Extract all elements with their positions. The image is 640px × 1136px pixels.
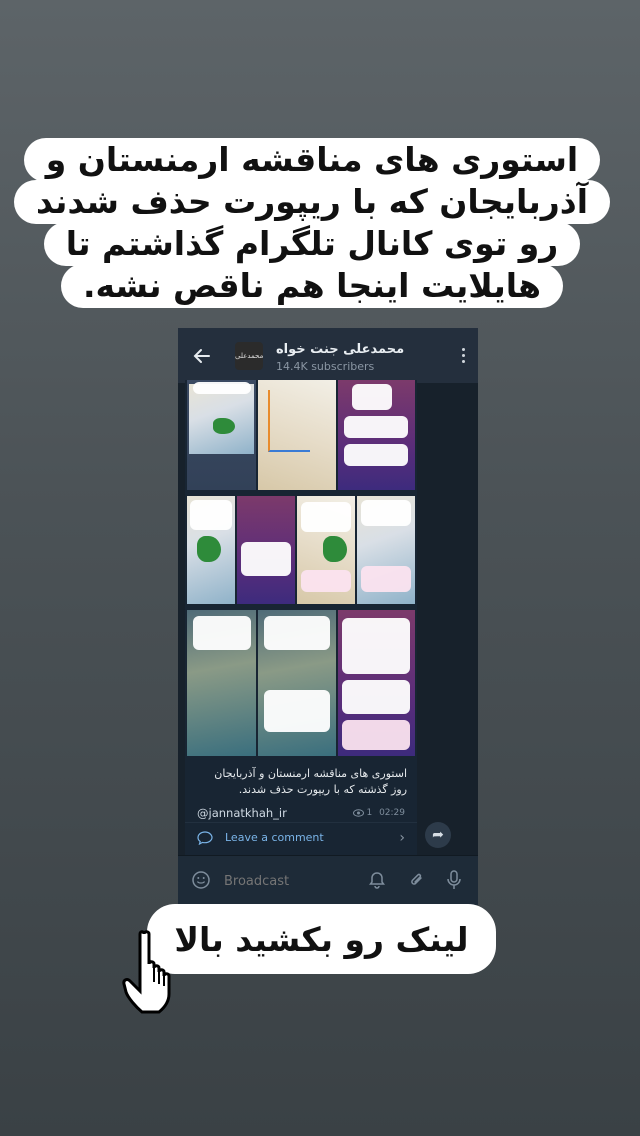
comment-icon xyxy=(197,831,213,845)
caption-line-1: استوری های مناقشه ارمنستان و xyxy=(23,138,601,182)
caption-line-2: آذربایجان که با ریپورت حذف شدند xyxy=(13,180,611,224)
post-signature[interactable]: @jannatkhah_ir xyxy=(197,806,287,820)
mic-icon[interactable] xyxy=(446,870,462,890)
story-image[interactable] xyxy=(187,610,256,756)
comment-label: Leave a comment xyxy=(225,831,324,844)
emoji-icon[interactable] xyxy=(192,871,210,889)
swipe-up-label: لینک رو بکشید بالا xyxy=(174,919,469,959)
back-arrow-icon[interactable] xyxy=(192,346,212,366)
story-image[interactable] xyxy=(258,610,336,756)
story-image[interactable] xyxy=(338,380,415,490)
caption-line-3: رو توی کانال تلگرام گذاشتم تا xyxy=(43,222,581,266)
view-count: 1 xyxy=(366,808,373,818)
share-icon[interactable]: ➦ xyxy=(425,822,451,848)
chevron-right-icon: › xyxy=(399,830,405,846)
swipe-up-link[interactable]: لینک رو بکشید بالا xyxy=(147,904,496,974)
story-image[interactable] xyxy=(187,380,256,490)
leave-comment-button[interactable]: Leave a comment › xyxy=(185,822,417,855)
story-image[interactable] xyxy=(258,380,336,490)
post-caption: استوری های مناقشه ارمنستان و آذربایجان ر… xyxy=(214,767,407,796)
paperclip-icon[interactable] xyxy=(408,871,426,889)
eye-icon xyxy=(352,808,364,817)
telegram-screenshot: محمدعلی محمدعلی جنت خواه 14.4K subscribe… xyxy=(178,328,478,905)
broadcast-input[interactable] xyxy=(222,870,336,892)
story-caption: استوری های مناقشه ارمنستان و آذربایجان ک… xyxy=(13,118,611,328)
story-image[interactable] xyxy=(297,496,355,604)
message-composer xyxy=(178,855,478,905)
story-image[interactable] xyxy=(338,610,415,756)
story-image[interactable] xyxy=(237,496,295,604)
subscriber-count: 14.4K subscribers xyxy=(276,360,375,373)
channel-post: استوری های مناقشه ارمنستان و آذربایجان ر… xyxy=(185,380,417,855)
hand-cursor-icon xyxy=(122,930,171,1014)
story-image[interactable] xyxy=(187,496,235,604)
channel-avatar[interactable]: محمدعلی xyxy=(235,342,263,370)
bell-icon[interactable] xyxy=(368,871,386,889)
post-meta: 1 02:29 xyxy=(352,808,405,818)
post-time: 02:29 xyxy=(379,808,405,818)
channel-header: محمدعلی محمدعلی جنت خواه 14.4K subscribe… xyxy=(178,328,478,383)
more-vertical-icon[interactable] xyxy=(460,348,466,366)
channel-title[interactable]: محمدعلی جنت خواه xyxy=(276,342,436,357)
story-image[interactable] xyxy=(357,496,415,604)
caption-line-4: هایلایت اینجا هم ناقص نشه. xyxy=(60,264,564,308)
